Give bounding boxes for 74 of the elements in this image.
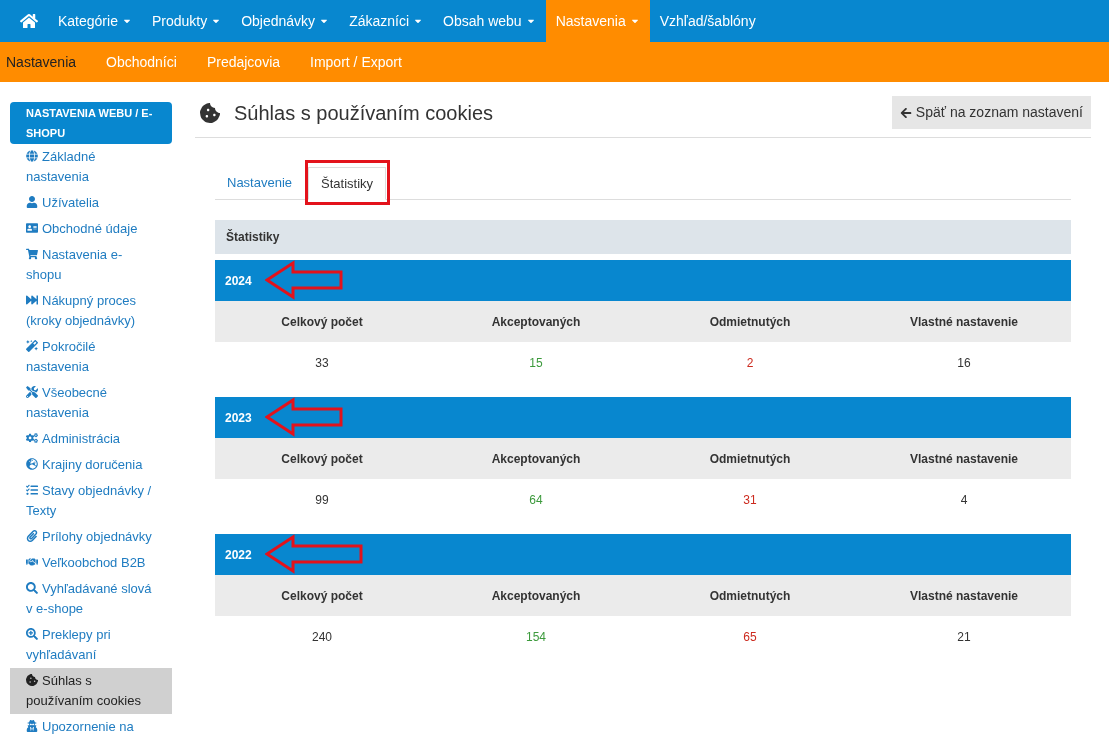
- column-header: Odmietnutých: [708, 587, 792, 605]
- column-header: Akceptovaných: [490, 450, 582, 468]
- tools-icon: [26, 386, 38, 398]
- nav-menu-item[interactable]: Obsah webu: [433, 0, 546, 42]
- search-icon: [26, 582, 38, 594]
- table-cell-text: 2: [745, 354, 755, 372]
- sidebar-item[interactable]: Obchodné údaje: [10, 216, 172, 242]
- nav-menu-item[interactable]: Objednávky: [231, 0, 340, 42]
- table-cell-text: 99: [314, 491, 330, 509]
- tab[interactable]: Štatistiky: [308, 167, 387, 200]
- nav-menu-item[interactable]: Zákazníci: [339, 0, 434, 42]
- table-cell-text: 4: [959, 491, 969, 509]
- sidebar-item[interactable]: Administrácia: [10, 426, 172, 452]
- sidebar-item[interactable]: Vyhľadávané slová v e-shope: [10, 576, 172, 622]
- sidebar-item[interactable]: Veľkoobchod B2B: [10, 550, 172, 576]
- column-header: Celkový počet: [280, 313, 364, 331]
- column-header: Vlastné nastavenie: [908, 450, 1020, 468]
- column-header: Vlastné nastavenie: [908, 587, 1020, 605]
- table-cell-text: 154: [525, 628, 547, 646]
- table-cell-text: 65: [742, 628, 758, 646]
- column-header: Celkový počet: [280, 587, 364, 605]
- year-header: 2022: [215, 534, 1071, 575]
- panel-title: Štatistiky: [215, 220, 1071, 254]
- globe-icon: [26, 458, 38, 470]
- nav-menu-item[interactable]: Vzhľad/šablóny: [649, 0, 766, 42]
- cookie-icon: [26, 674, 38, 686]
- zoom-icon: [26, 628, 38, 640]
- sidebar-item[interactable]: Prílohy objednávky: [10, 524, 172, 550]
- tab[interactable]: Nastavenie: [215, 166, 305, 199]
- cart-icon: [26, 248, 38, 260]
- column-header: Odmietnutých: [708, 450, 792, 468]
- sidebar-item[interactable]: Nastavenia e-shopu: [10, 242, 172, 288]
- column-header: Odmietnutých: [708, 313, 792, 331]
- gears-icon: [26, 432, 38, 444]
- sidebar-item[interactable]: Upozornenie na: [10, 714, 172, 740]
- handshake-icon: [26, 556, 38, 568]
- cookie-icon: [200, 102, 220, 123]
- table-cell-text: 31: [742, 491, 758, 509]
- sidebar-item[interactable]: Pokročilé nastavenia: [10, 334, 172, 380]
- column-header: Akceptovaných: [490, 313, 582, 331]
- column-header: Akceptovaných: [490, 587, 582, 605]
- table-cell-text: 16: [956, 354, 972, 372]
- sub-nav-item[interactable]: Nastavenia: [6, 51, 77, 73]
- year-header: 2024: [215, 260, 1071, 301]
- sidebar-item[interactable]: Nákupný proces (kroky objednávky): [10, 288, 172, 334]
- id-card-icon: [26, 222, 38, 234]
- sidebar-item[interactable]: Stavy objednávky / Texty: [10, 478, 172, 524]
- sidebar-item[interactable]: Základné nastavenia: [10, 144, 172, 190]
- table-cell-text: 21: [956, 628, 972, 646]
- sidebar-item[interactable]: Krajiny doručenia: [10, 452, 172, 478]
- arrow-left-icon: [899, 106, 912, 119]
- column-header: Celkový počet: [280, 450, 364, 468]
- sidebar-item[interactable]: Preklepy pri vyhľadávaní: [10, 622, 172, 668]
- table-cell-text: 240: [311, 628, 333, 646]
- sidebar-item[interactable]: Všeobecné nastavenia: [10, 380, 172, 426]
- nav-menu-item[interactable]: Produkty: [141, 0, 232, 42]
- globe-icon: [26, 150, 38, 162]
- table-cell-text: 15: [528, 354, 544, 372]
- paperclip-icon: [26, 530, 38, 542]
- page-title: Súhlas s používaním cookies: [234, 100, 494, 126]
- checklist-icon: [26, 484, 38, 496]
- spy-icon: [26, 720, 38, 732]
- column-header: Vlastné nastavenie: [908, 313, 1020, 331]
- back-button[interactable]: Späť na zoznam nastavení: [891, 96, 1091, 129]
- nav-menu-item[interactable]: Kategórie: [48, 0, 142, 42]
- magic-wand-icon: [26, 340, 38, 352]
- user-icon: [26, 196, 38, 208]
- fast-forward-icon: [26, 294, 38, 306]
- table-cell-text: 33: [314, 354, 330, 372]
- year-header: 2023: [215, 397, 1071, 438]
- sidebar-heading: NASTAVENIA WEBU / E-SHOPU: [10, 102, 172, 144]
- sidebar-item[interactable]: Súhlas s používaním cookies: [10, 668, 172, 714]
- sidebar-item[interactable]: Užívatelia: [10, 190, 172, 216]
- table-cell-text: 64: [528, 491, 544, 509]
